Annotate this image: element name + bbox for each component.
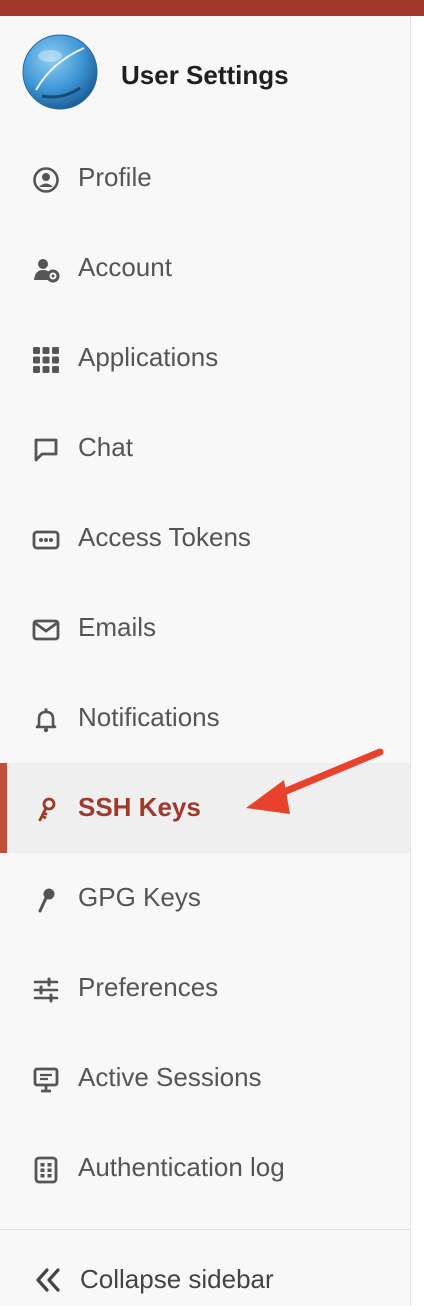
profile-icon bbox=[32, 166, 60, 194]
nav-item-label: Account bbox=[78, 252, 172, 282]
nav-item-label: Active Sessions bbox=[78, 1062, 262, 1092]
account-icon bbox=[32, 256, 60, 284]
nav-item-emails[interactable]: Emails bbox=[0, 583, 410, 673]
nav-item-label: Profile bbox=[78, 162, 152, 192]
nav-item-label: SSH Keys bbox=[78, 792, 201, 822]
top-bar bbox=[0, 0, 424, 16]
user-avatar[interactable] bbox=[22, 34, 98, 110]
nav-item-applications[interactable]: Applications bbox=[0, 313, 410, 403]
nav-item-notifications[interactable]: Notifications bbox=[0, 673, 410, 763]
chevron-double-left-icon bbox=[34, 1266, 62, 1294]
nav-item-label: Preferences bbox=[78, 972, 219, 1002]
nav-item-access-tokens[interactable]: Access Tokens bbox=[0, 493, 410, 583]
settings-nav: Profile Account Applications Chat Access… bbox=[0, 133, 410, 1213]
mail-icon bbox=[32, 616, 60, 644]
nav-item-label: Access Tokens bbox=[78, 522, 251, 552]
nav-item-gpg-keys[interactable]: GPG Keys bbox=[0, 853, 410, 943]
nav-item-label: Applications bbox=[78, 342, 219, 372]
token-icon bbox=[32, 526, 60, 554]
nav-item-ssh-keys[interactable]: SSH Keys bbox=[0, 763, 410, 853]
nav-item-preferences[interactable]: Preferences bbox=[0, 943, 410, 1033]
sidebar-header: User Settings bbox=[0, 18, 410, 110]
chat-icon bbox=[32, 436, 60, 464]
content-edge bbox=[410, 16, 424, 1306]
collapse-sidebar-button[interactable]: Collapse sidebar bbox=[0, 1230, 410, 1306]
bell-icon bbox=[32, 706, 60, 734]
applications-icon bbox=[32, 346, 60, 374]
nav-item-label: Notifications bbox=[78, 702, 220, 732]
nav-item-label: Emails bbox=[78, 612, 157, 642]
page-title: User Settings bbox=[121, 60, 289, 90]
nav-item-label: Chat bbox=[78, 432, 133, 462]
key-icon bbox=[32, 796, 60, 824]
nav-item-chat[interactable]: Chat bbox=[0, 403, 410, 493]
monitor-icon bbox=[32, 1066, 60, 1094]
sliders-icon bbox=[32, 976, 60, 1004]
collapse-sidebar-label: Collapse sidebar bbox=[80, 1264, 274, 1294]
key-icon bbox=[32, 886, 60, 914]
nav-item-authentication-log[interactable]: Authentication log bbox=[0, 1123, 410, 1213]
nav-item-profile[interactable]: Profile bbox=[0, 133, 410, 223]
log-icon bbox=[32, 1156, 60, 1184]
nav-item-label: Authentication log bbox=[78, 1152, 285, 1182]
nav-item-label: GPG Keys bbox=[78, 882, 201, 912]
nav-item-account[interactable]: Account bbox=[0, 223, 410, 313]
nav-item-active-sessions[interactable]: Active Sessions bbox=[0, 1033, 410, 1123]
